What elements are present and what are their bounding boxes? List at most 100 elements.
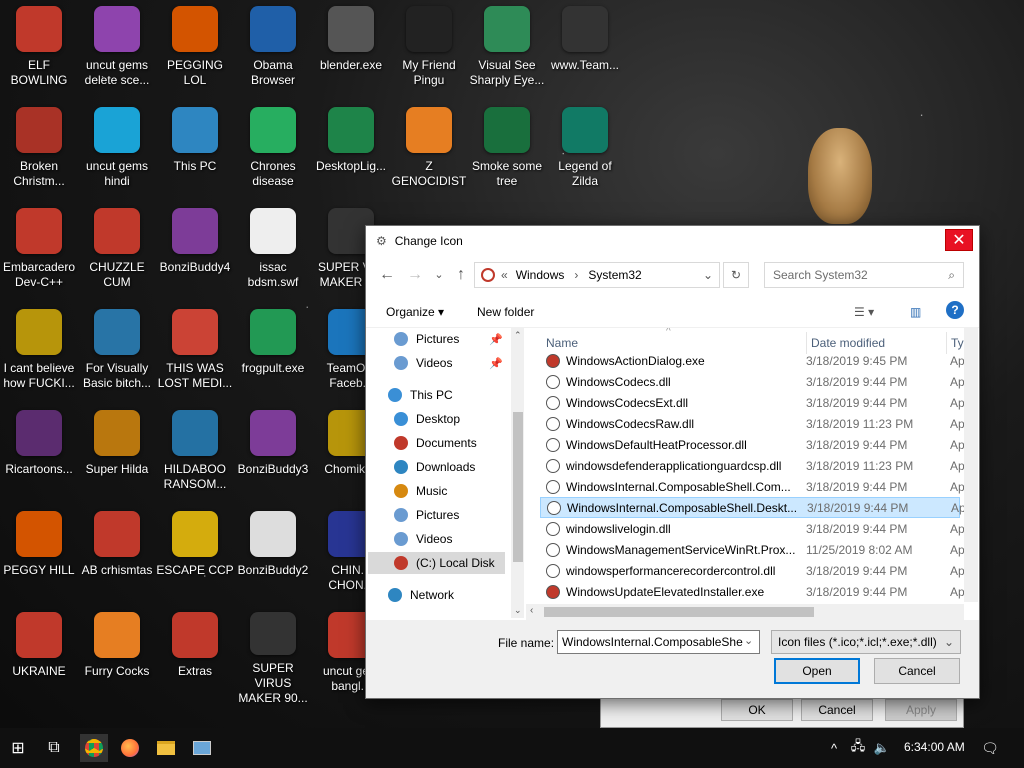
desktop-icon[interactable]: ELF BOWLING: [0, 2, 78, 100]
address-bar[interactable]: « Windows › System32 ⌄: [474, 262, 720, 288]
forward-arrow-icon[interactable]: →: [404, 264, 426, 286]
chrome-taskbar-icon[interactable]: [80, 734, 108, 762]
desktop-icon[interactable]: UKRAINE: [0, 608, 78, 706]
desktop-icon[interactable]: Z GENOCIDIST: [390, 103, 468, 201]
breadcrumb-windows[interactable]: Windows: [516, 268, 565, 282]
scroll-left-icon[interactable]: ‹: [530, 605, 533, 616]
desktop-icon[interactable]: Legend of Zilda: [546, 103, 624, 201]
desktop-icon[interactable]: AB crhismtas: [78, 507, 156, 605]
file-row[interactable]: WindowsDefaultHeatProcessor.dll 3/18/2019…: [540, 434, 965, 455]
start-icon[interactable]: ⊞: [8, 738, 28, 758]
navigation-scrollbar[interactable]: ⌃ ⌄: [511, 328, 524, 618]
desktop-icon[interactable]: BonziBuddy3: [234, 406, 312, 504]
file-row[interactable]: WindowsActionDialog.exe 3/18/2019 9:45 PM…: [540, 350, 965, 371]
refresh-icon[interactable]: ↻: [723, 262, 749, 288]
open-button[interactable]: Open: [774, 658, 860, 684]
desktop-icon[interactable]: SUPER VIRUS MAKER 90...: [234, 608, 312, 706]
desktop-icon[interactable]: Embarcadero Dev-C++: [0, 204, 78, 302]
file-name-dropdown-icon[interactable]: ⌄: [744, 634, 753, 647]
desktop-icon[interactable]: For Visually Basic bitch...: [78, 305, 156, 403]
organize-menu[interactable]: Organize ▾: [386, 305, 444, 319]
nav-tree-item[interactable]: Documents: [368, 432, 505, 454]
address-dropdown-icon[interactable]: ⌄: [703, 268, 713, 282]
file-row[interactable]: WindowsUpdateElevatedInstaller.exe 3/18/2…: [540, 581, 965, 602]
control-panel-icon[interactable]: [192, 738, 212, 758]
close-button[interactable]: ✕: [945, 229, 973, 251]
desktop-icon[interactable]: uncut gems hindi: [78, 103, 156, 201]
nav-tree-item[interactable]: Downloads: [368, 456, 505, 478]
file-list-horizontal-scrollbar[interactable]: ‹: [526, 604, 964, 620]
file-row[interactable]: WindowsInternal.ComposableShell.Deskt...…: [540, 497, 966, 518]
desktop-icon[interactable]: Smoke some tree: [468, 103, 546, 201]
firefox-taskbar-icon[interactable]: [120, 738, 140, 758]
nav-tree-item[interactable]: Videos: [368, 528, 505, 550]
navigation-scroll-thumb[interactable]: [513, 412, 523, 562]
desktop-icon[interactable]: I cant believe how FUCKI...: [0, 305, 78, 403]
nav-tree-item[interactable]: This PC: [368, 384, 505, 406]
file-row[interactable]: WindowsInternal.ComposableShell.Com... 3/…: [540, 476, 965, 497]
file-row[interactable]: WindowsCodecs.dll 3/18/2019 9:44 PM Ap: [540, 371, 965, 392]
desktop-icon[interactable]: Obama Browser: [234, 2, 312, 100]
desktop-icon[interactable]: ESCAPE CCP: [156, 507, 234, 605]
desktop-icon[interactable]: DesktopLig...: [312, 103, 390, 201]
cancel-button[interactable]: Cancel: [874, 658, 960, 684]
file-type-select[interactable]: Icon files (*.ico;*.icl;*.exe;*.dll) ⌄: [771, 630, 961, 654]
notification-center-icon[interactable]: 🗨: [980, 738, 1000, 758]
desktop-icon[interactable]: frogpult.exe: [234, 305, 312, 403]
ok-button[interactable]: OK: [721, 699, 793, 721]
new-folder-button[interactable]: New folder: [477, 305, 534, 319]
breadcrumb-system32[interactable]: System32: [588, 268, 641, 282]
cancel-button-background[interactable]: Cancel: [801, 699, 873, 721]
file-row[interactable]: windowsdefenderapplicationguardcsp.dll 3/…: [540, 455, 965, 476]
task-view-icon[interactable]: ⧉: [44, 738, 64, 758]
desktop-icon[interactable]: HILDABOO RANSOM...: [156, 406, 234, 504]
preview-pane-icon[interactable]: ▥: [910, 305, 921, 319]
desktop-icon[interactable]: CHUZZLE CUM: [78, 204, 156, 302]
nav-tree-item[interactable]: Desktop: [368, 408, 505, 430]
desktop-icon[interactable]: Visual See Sharply Eye...: [468, 2, 546, 100]
desktop-icon[interactable]: Furry Cocks: [78, 608, 156, 706]
nav-tree-item[interactable]: (C:) Local Disk: [368, 552, 505, 574]
volume-icon[interactable]: 🔈: [872, 738, 892, 758]
file-row[interactable]: WindowsCodecsRaw.dll 3/18/2019 11:23 PM Ap: [540, 413, 965, 434]
desktop-icon[interactable]: THIS WAS LOST MEDI...: [156, 305, 234, 403]
dialog-titlebar[interactable]: ⚙ Change Icon ✕: [366, 226, 979, 256]
apply-button[interactable]: Apply: [885, 699, 957, 721]
nav-tree-item[interactable]: Network: [368, 584, 505, 606]
up-arrow-icon[interactable]: ↑: [450, 264, 472, 286]
desktop-icon[interactable]: Extras: [156, 608, 234, 706]
nav-tree-item[interactable]: Music: [368, 480, 505, 502]
file-name-input[interactable]: WindowsInternal.ComposableShe: [557, 630, 760, 654]
search-input[interactable]: Search System32 ⌕: [764, 262, 964, 288]
nav-tree-item[interactable]: Pictures 📌: [368, 328, 505, 350]
recent-locations-chevron-icon[interactable]: ⌄: [428, 264, 450, 286]
file-list-scrollbar[interactable]: [964, 328, 978, 602]
help-icon[interactable]: ?: [946, 301, 964, 319]
desktop-icon[interactable]: PEGGY HILL: [0, 507, 78, 605]
desktop-icon[interactable]: BonziBuddy2: [234, 507, 312, 605]
file-row[interactable]: windowslivelogin.dll 3/18/2019 9:44 PM Ap: [540, 518, 965, 539]
network-icon[interactable]: 🖧: [848, 738, 868, 758]
file-row[interactable]: WindowsManagementServiceWinRt.Prox... 11/…: [540, 539, 965, 560]
desktop-icon[interactable]: PEGGING LOL: [156, 2, 234, 100]
desktop-icon[interactable]: Broken Christm...: [0, 103, 78, 201]
show-hidden-icons-chevron-icon[interactable]: ^: [824, 738, 844, 758]
nav-tree-item[interactable]: Videos 📌: [368, 352, 505, 374]
taskbar-clock[interactable]: 6:34:00 AM: [904, 740, 965, 754]
desktop-icon[interactable]: Ricartoons...: [0, 406, 78, 504]
back-arrow-icon[interactable]: ←: [376, 264, 398, 286]
desktop-icon[interactable]: issac bdsm.swf: [234, 204, 312, 302]
desktop-icon[interactable]: BonziBuddy4: [156, 204, 234, 302]
file-row[interactable]: windowsperformancerecordercontrol.dll 3/1…: [540, 560, 965, 581]
file-row[interactable]: WindowsCodecsExt.dll 3/18/2019 9:44 PM Ap: [540, 392, 965, 413]
horizontal-scroll-thumb[interactable]: [544, 607, 814, 617]
nav-tree-item[interactable]: Pictures: [368, 504, 505, 526]
view-options-icon[interactable]: ☰ ▾: [854, 305, 874, 319]
desktop-icon[interactable]: This PC: [156, 103, 234, 201]
desktop-icon[interactable]: blender.exe: [312, 2, 390, 100]
desktop-icon[interactable]: www.Team...: [546, 2, 624, 100]
desktop-icon[interactable]: uncut gems delete sce...: [78, 2, 156, 100]
file-explorer-icon[interactable]: [156, 738, 176, 758]
desktop-icon[interactable]: Super Hilda: [78, 406, 156, 504]
desktop-icon[interactable]: Chrones disease: [234, 103, 312, 201]
